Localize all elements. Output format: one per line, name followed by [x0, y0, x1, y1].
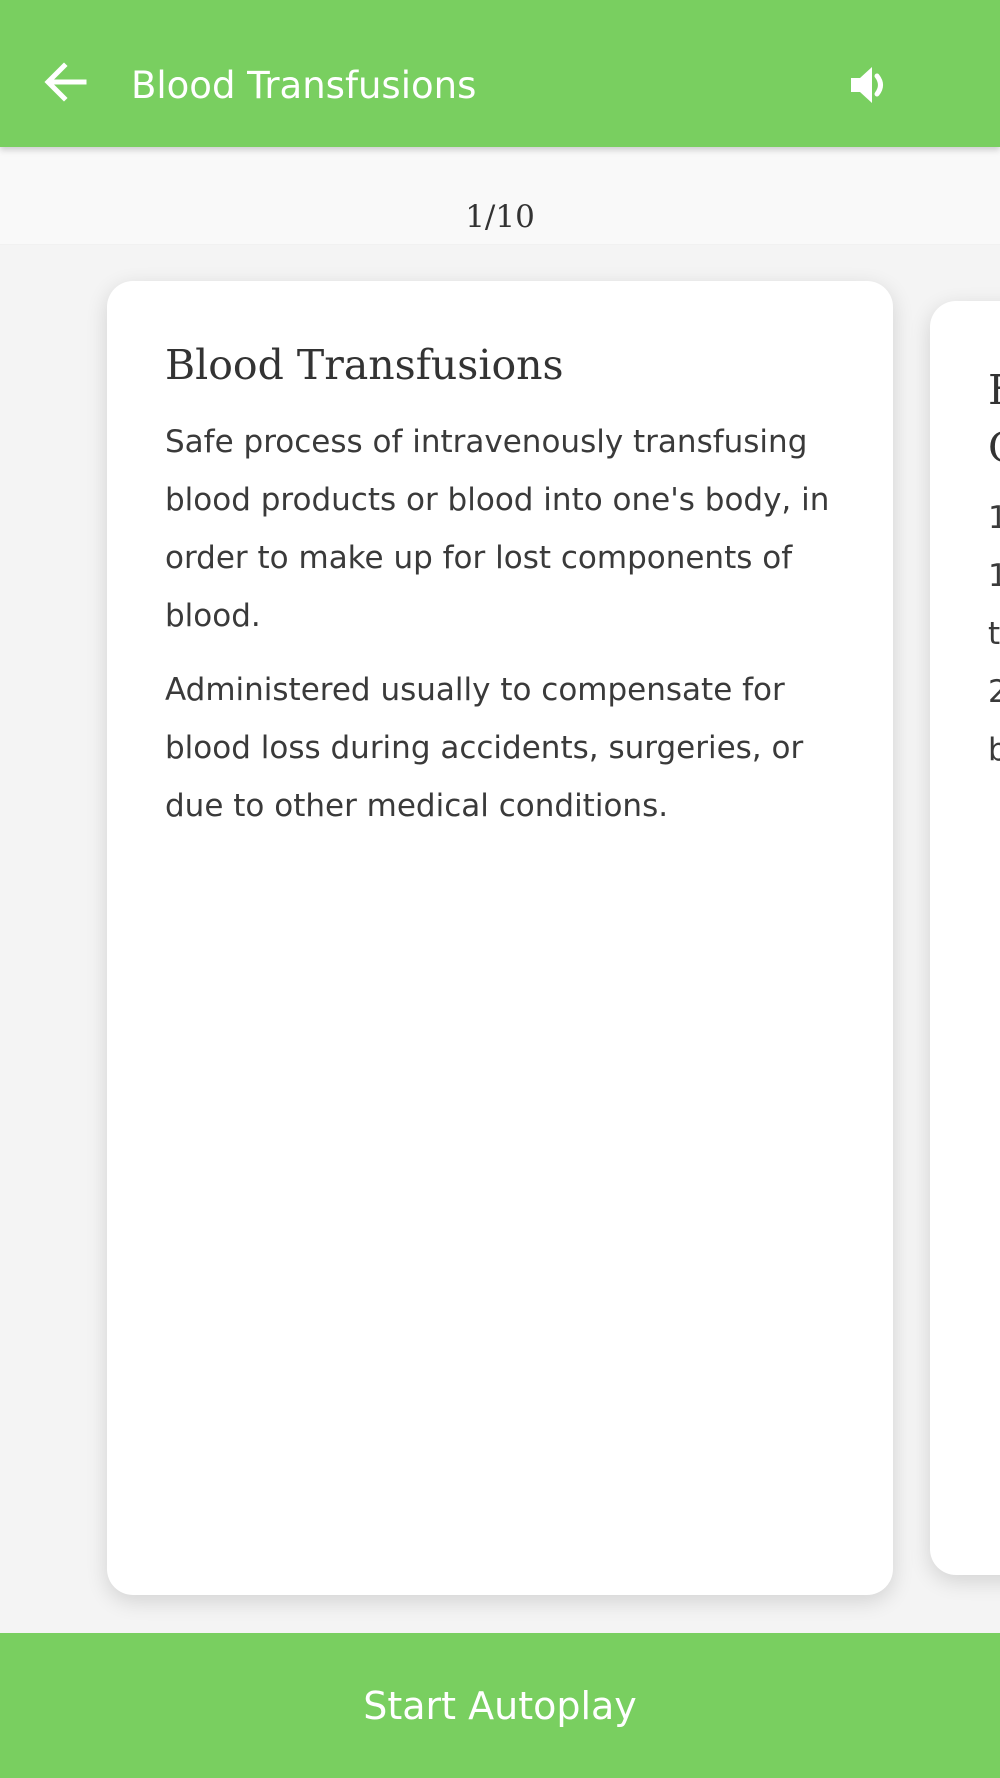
flashcard-next-peek[interactable]: F C 1 1 t 2 b — [930, 301, 1000, 1575]
flashcard-current[interactable]: Blood Transfusions Safe process of intra… — [107, 281, 893, 1595]
autoplay-label: Start Autoplay — [363, 1683, 637, 1728]
next-card-text: 1 1 t 2 b — [988, 500, 1000, 768]
back-button[interactable] — [40, 56, 92, 108]
pager-bar: 1/10 — [0, 147, 1000, 245]
page-counter: 1/10 — [465, 199, 535, 235]
arrow-left-icon — [44, 62, 87, 102]
sound-button[interactable] — [846, 60, 896, 110]
app-header: Blood Transfusions — [0, 0, 1000, 147]
card-paragraph: Administered usually to compensate for b… — [165, 672, 804, 824]
volume-icon — [851, 67, 883, 103]
next-card-title: F C — [988, 361, 1000, 477]
card-paragraph: Safe process of intravenously transfusin… — [165, 424, 830, 634]
card-title: Blood Transfusions — [165, 341, 564, 389]
start-autoplay-button[interactable]: Start Autoplay — [0, 1633, 1000, 1778]
app-screen: Blood Transfusions 1/10 Blood Transfusio… — [0, 0, 1000, 1778]
page-title: Blood Transfusions — [131, 64, 477, 107]
card-carousel[interactable]: Blood Transfusions Safe process of intra… — [0, 245, 1000, 1633]
